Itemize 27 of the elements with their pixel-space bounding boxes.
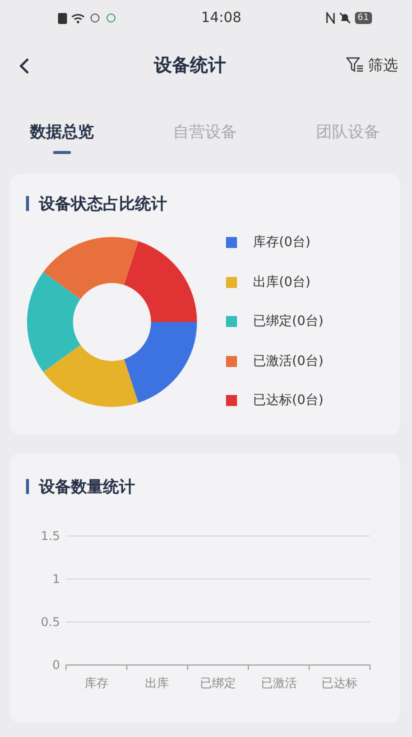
nfc-icon <box>326 12 335 24</box>
axis-tick-label: 0.5 <box>40 615 60 629</box>
muted-bell-icon <box>338 12 351 24</box>
axis-category-label: 库存 <box>84 676 108 690</box>
tab[interactable]: 数据总览 <box>30 110 94 156</box>
legend-label: 库存(0台) <box>253 234 310 252</box>
axis-category-label: 已激活 <box>260 676 297 690</box>
back-icon <box>18 56 30 75</box>
filter-icon <box>346 57 364 73</box>
page-title: 设备统计 <box>154 54 226 78</box>
battery-level: 61 <box>354 12 372 24</box>
axis-category-label: 已绑定 <box>200 676 236 690</box>
legend-label: 已达标(0台) <box>253 392 324 410</box>
axis-category-label: 已达标 <box>322 676 358 690</box>
axis-category-label: 出库 <box>145 676 170 690</box>
axis-tick-label: 1.5 <box>40 529 60 543</box>
legend-label: 出库(0台) <box>253 274 310 292</box>
axis-tick-label: 1 <box>52 572 60 586</box>
sim-icon <box>58 12 67 24</box>
legend-label: 已激活(0台) <box>253 352 324 370</box>
legend-label: 已绑定(0台) <box>253 313 324 331</box>
wifi-icon <box>71 12 85 24</box>
axis-tick-label: 0 <box>52 658 60 672</box>
filter-button[interactable]: 筛选 <box>346 54 398 76</box>
card-title: 设备状态占比统计 <box>26 196 384 211</box>
status-time: 14:08 <box>201 8 242 28</box>
card-title: 设备数量统计 <box>26 479 384 494</box>
